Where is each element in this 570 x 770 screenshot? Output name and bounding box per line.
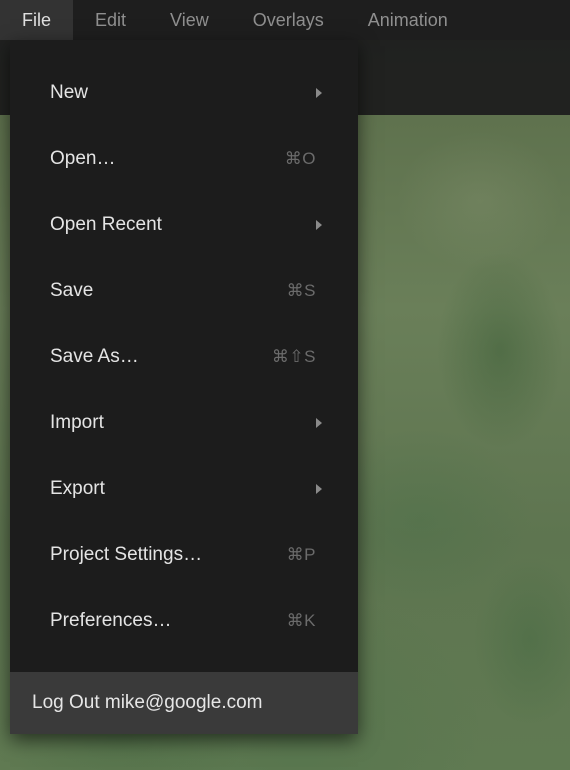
menu-item-shortcut: ⌘O: [285, 149, 316, 169]
menu-item-save[interactable]: Save ⌘S: [10, 258, 358, 324]
file-menu-dropdown: New Open… ⌘O Open Recent Save ⌘S Save As…: [10, 40, 358, 734]
chevron-right-icon: [314, 219, 324, 231]
menubar: File Edit View Overlays Animation: [0, 0, 570, 40]
menu-item-label: Save: [50, 280, 287, 302]
menu-item-logout[interactable]: Log Out mike@google.com: [10, 672, 358, 734]
menu-item-import[interactable]: Import: [10, 390, 358, 456]
menu-item-save-as[interactable]: Save As… ⌘⇧S: [10, 324, 358, 390]
menubar-item-label: Animation: [368, 10, 448, 31]
menubar-item-label: Overlays: [253, 10, 324, 31]
chevron-right-icon: [314, 417, 324, 429]
menubar-item-overlays[interactable]: Overlays: [231, 0, 346, 40]
menu-item-label: Export: [50, 478, 316, 500]
menu-item-label: Save As…: [50, 346, 272, 368]
menu-item-label: Log Out mike@google.com: [32, 692, 263, 714]
menu-item-preferences[interactable]: Preferences… ⌘K: [10, 588, 358, 654]
menubar-item-file[interactable]: File: [0, 0, 73, 40]
menu-item-open[interactable]: Open… ⌘O: [10, 126, 358, 192]
menu-item-shortcut: ⌘S: [287, 281, 316, 301]
menubar-item-label: Edit: [95, 10, 126, 31]
chevron-right-icon: [314, 87, 324, 99]
menu-item-shortcut: ⌘K: [287, 611, 316, 631]
menu-item-new[interactable]: New: [10, 60, 358, 126]
menubar-item-view[interactable]: View: [148, 0, 231, 40]
menu-item-label: New: [50, 82, 316, 104]
menu-item-shortcut: ⌘⇧S: [272, 347, 316, 367]
menu-item-label: Preferences…: [50, 610, 287, 632]
menu-item-project-settings[interactable]: Project Settings… ⌘P: [10, 522, 358, 588]
menu-item-open-recent[interactable]: Open Recent: [10, 192, 358, 258]
menu-item-label: Project Settings…: [50, 544, 287, 566]
menu-item-label: Open…: [50, 148, 285, 170]
menu-item-label: Open Recent: [50, 214, 316, 236]
menu-item-export[interactable]: Export: [10, 456, 358, 522]
chevron-right-icon: [314, 483, 324, 495]
menubar-item-label: View: [170, 10, 209, 31]
menubar-item-edit[interactable]: Edit: [73, 0, 148, 40]
menubar-item-animation[interactable]: Animation: [346, 0, 470, 40]
menubar-item-label: File: [22, 10, 51, 31]
menu-item-label: Import: [50, 412, 316, 434]
menu-item-shortcut: ⌘P: [287, 545, 316, 565]
